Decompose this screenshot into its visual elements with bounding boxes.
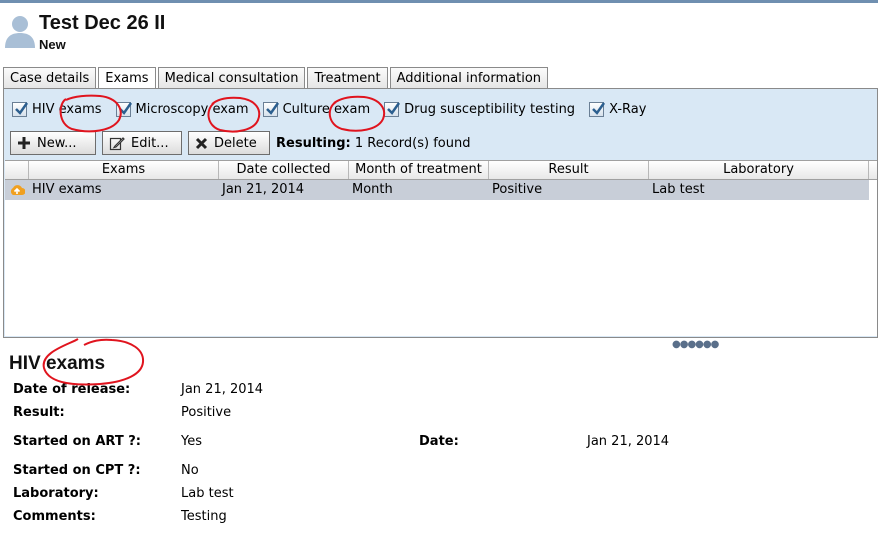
case-status: New — [39, 37, 66, 52]
plus-icon — [18, 137, 30, 149]
edit-button-label: Edit... — [131, 135, 169, 151]
result-value: Positive — [181, 405, 232, 420]
person-icon — [3, 13, 37, 49]
cell-result: Positive — [492, 182, 543, 197]
laboratory-value: Lab test — [181, 486, 234, 501]
splitter-handle[interactable]: ●●●●●● — [672, 339, 719, 350]
tab-treatment[interactable]: Treatment — [307, 67, 388, 89]
check-icon — [118, 101, 132, 115]
x-ray-checkbox[interactable] — [589, 101, 606, 117]
art-value: Yes — [181, 434, 202, 449]
table-header: Exams Date collected Month of treatment … — [5, 161, 877, 180]
header-icon-column — [5, 161, 29, 179]
header-date-collected[interactable]: Date collected — [219, 161, 349, 179]
tab-additional-information[interactable]: Additional information — [389, 67, 549, 89]
header-month-of-treatment[interactable]: Month of treatment — [349, 161, 489, 179]
filter-label: X-Ray — [609, 101, 647, 117]
filter-label: Drug susceptibility testing — [404, 101, 576, 117]
result-label: Result: — [13, 405, 65, 420]
exams-toolbar: New... Edit... Delete Resulting: 1 Recor… — [10, 131, 471, 155]
tab-exams[interactable]: Exams — [98, 67, 156, 90]
check-icon — [265, 101, 279, 115]
tab-bar: Case details Exams Medical consultation … — [3, 67, 550, 90]
exams-panel: HIV exams Microscopy exam Culture exam D… — [3, 88, 878, 338]
filter-label: Microscopy exam — [135, 101, 249, 117]
x-icon — [195, 137, 208, 149]
filter-microscopy-exam[interactable]: Microscopy exam — [115, 101, 249, 117]
release-date-label: Date of release: — [13, 382, 131, 397]
resulting-label: Resulting: — [276, 135, 351, 151]
filter-x-ray[interactable]: X-Ray — [589, 101, 647, 117]
top-border — [0, 0, 878, 3]
cpt-value: No — [181, 463, 199, 478]
case-title: Test Dec 26 II — [39, 12, 166, 34]
header-laboratory[interactable]: Laboratory — [649, 161, 869, 179]
tab-case-details[interactable]: Case details — [3, 67, 97, 89]
check-icon — [15, 101, 29, 115]
cell-exam: HIV exams — [32, 182, 102, 197]
delete-button-label: Delete — [214, 135, 257, 151]
art-date-value: Jan 21, 2014 — [587, 434, 670, 449]
cell-laboratory: Lab test — [652, 182, 705, 197]
new-button-label: New... — [37, 135, 77, 151]
header-exams[interactable]: Exams — [29, 161, 219, 179]
comments-label: Comments: — [13, 509, 96, 524]
cell-date-collected: Jan 21, 2014 — [222, 182, 305, 197]
filter-culture-exam[interactable]: Culture exam — [262, 101, 371, 117]
new-button[interactable]: New... — [10, 131, 96, 155]
exams-table: Exams Date collected Month of treatment … — [5, 160, 877, 336]
cpt-label: Started on CPT ?: — [13, 463, 141, 478]
table-row[interactable]: HIV exams Jan 21, 2014 Month Positive La… — [5, 180, 869, 200]
cell-month-of-treatment: Month — [352, 182, 393, 197]
filter-hiv-exams[interactable]: HIV exams — [12, 101, 102, 117]
art-date-label: Date: — [419, 434, 459, 449]
pencil-icon — [109, 137, 125, 151]
culture-exam-checkbox[interactable] — [262, 101, 279, 117]
exam-filters: HIV exams Microscopy exam Culture exam D… — [12, 99, 660, 119]
tab-medical-consultation[interactable]: Medical consultation — [157, 67, 306, 89]
resulting-value: 1 Record(s) found — [354, 135, 471, 151]
filter-label: Culture exam — [282, 101, 371, 117]
edit-button[interactable]: Edit... — [102, 131, 182, 155]
laboratory-label: Laboratory: — [13, 486, 99, 501]
check-icon — [592, 101, 606, 115]
drug-susceptibility-checkbox[interactable] — [384, 101, 401, 117]
detail-title: HIV exams — [9, 353, 106, 374]
upload-warning-icon — [5, 180, 29, 200]
check-icon — [387, 101, 401, 115]
header-result[interactable]: Result — [489, 161, 649, 179]
microscopy-exam-checkbox[interactable] — [115, 101, 132, 117]
filter-label: HIV exams — [32, 101, 102, 117]
comments-value: Testing — [181, 509, 227, 524]
release-date-value: Jan 21, 2014 — [181, 382, 264, 397]
resulting-count: Resulting: 1 Record(s) found — [276, 136, 471, 151]
hiv-exams-checkbox[interactable] — [12, 101, 29, 117]
delete-button[interactable]: Delete — [188, 131, 270, 155]
filter-drug-susceptibility[interactable]: Drug susceptibility testing — [384, 101, 576, 117]
art-label: Started on ART ?: — [13, 434, 141, 449]
